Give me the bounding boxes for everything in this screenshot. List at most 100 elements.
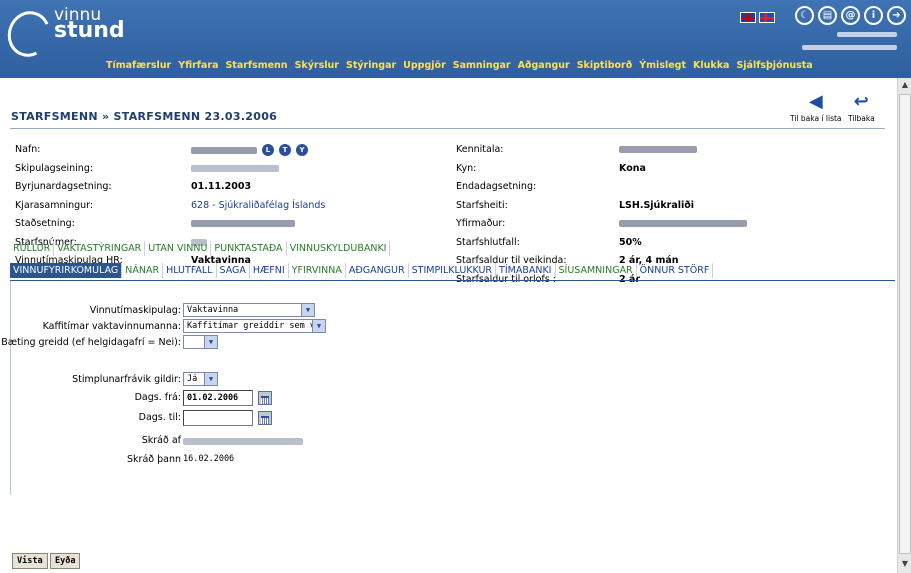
back-button[interactable]: ↩ Tilbaka <box>848 91 875 124</box>
save-button[interactable]: Vista <box>12 553 48 569</box>
back-to-list-button[interactable]: ◀ Til baka í lista <box>790 91 842 124</box>
unit-value <box>191 163 279 174</box>
back-arrow-icon: ↩ <box>853 91 869 112</box>
compensation-select[interactable]: ▼ <box>183 335 218 349</box>
nav-item-0[interactable]: Tímafærslur <box>106 60 171 71</box>
info-icon[interactable]: i <box>864 6 883 25</box>
nav-item-4[interactable]: Stýringar <box>346 60 396 71</box>
nav-item-5[interactable]: Uppgjör <box>403 60 446 71</box>
date-from-control: 01.02.2006 <box>183 390 272 406</box>
tab-row2-5[interactable]: YFIRVINNA <box>289 263 346 278</box>
tab-row2-3[interactable]: SAGA <box>217 263 250 278</box>
info-row-contract: Kjarasamningur: 628 - Sjúkraliðafélag Ís… <box>15 200 445 219</box>
icelandic-flag-icon[interactable] <box>759 12 775 23</box>
info-row-end-date: Endadagsetning: <box>456 181 886 200</box>
nav-item-9[interactable]: Ýmislegt <box>639 60 686 71</box>
info-row-manager: Yfirmaður: <box>456 218 886 237</box>
date-from-input[interactable]: 01.02.2006 <box>183 390 253 406</box>
kennitala-value <box>619 144 697 155</box>
tab-row2-8[interactable]: TÍMABANKI <box>496 263 556 278</box>
start-date-label: Byrjunardagsetning: <box>15 181 112 192</box>
badge-y-icon[interactable]: Y <box>296 144 309 156</box>
list-back-icon: ◀ <box>808 91 823 112</box>
info-row-name: Nafn: L T Y <box>15 144 445 163</box>
scroll-up-icon[interactable]: ▲ <box>900 80 910 92</box>
name-value: L T Y <box>191 144 309 156</box>
tab-row1-3[interactable]: PUNKTASTAÐA <box>211 241 287 256</box>
nav-item-7[interactable]: Aðgangur <box>518 60 570 71</box>
tab-row2-9[interactable]: SÍUSAMNINGAR <box>556 263 637 278</box>
mail-icon[interactable]: @ <box>841 6 860 25</box>
schedule-select[interactable]: Vaktavinna ▼ <box>183 303 315 317</box>
name-label: Nafn: <box>15 144 41 155</box>
tab-row1-1[interactable]: VAKTASTÝRINGAR <box>54 241 146 256</box>
print-icon[interactable]: ▤ <box>818 6 837 25</box>
tab-row2-0[interactable]: VINNUFYRIRKOMULAG <box>10 263 123 278</box>
tab-row1-2[interactable]: UTAN VINNU <box>145 241 212 256</box>
title-divider <box>10 128 885 129</box>
manager-redacted <box>619 220 747 227</box>
form-row-registered-by: Skráð af <box>11 433 331 449</box>
scroll-thumb[interactable] <box>899 94 911 554</box>
info-row-start-date: Byrjunardagsetning: 01.11.2003 <box>15 181 445 200</box>
chevron-down-icon: ▼ <box>204 373 217 385</box>
date-to-input[interactable] <box>183 410 253 426</box>
tab-row2-7[interactable]: STIMPILKLUKKUR <box>409 263 497 278</box>
coffee-select[interactable]: Kaffitímar greiddir sem viðbót ▼ <box>183 319 326 333</box>
form-row-coffee: Kaffitímar vaktavinnumanna: Kaffitímar g… <box>11 319 331 335</box>
chevron-down-icon: ▼ <box>204 336 217 348</box>
date-from-label: Dags. frá: <box>134 392 181 403</box>
form-row-stamp-deviation: Stimplunarfrávik gildir: Já ▼ <box>11 372 331 388</box>
coffee-select-value: Kaffitímar greiddir sem viðbót <box>187 321 312 331</box>
stamp-deviation-select-value: Já <box>187 374 198 384</box>
stamp-deviation-label: Stimplunarfrávik gildir: <box>72 374 181 385</box>
badge-l-icon[interactable]: L <box>262 144 275 156</box>
calendar-icon[interactable] <box>258 391 272 405</box>
chevron-down-icon: ▼ <box>301 304 314 316</box>
tab-row2-1[interactable]: NÁNAR <box>122 263 164 278</box>
unit-label: Skipulagseining: <box>15 162 94 174</box>
registered-by-value <box>183 436 303 447</box>
back-to-list-label: Til baka í lista <box>790 114 842 123</box>
tab-row1-4[interactable]: VINNUSKYLDUBANKI <box>287 241 391 256</box>
date-to-control <box>183 410 272 426</box>
location-label: Staðsetning: <box>15 218 75 229</box>
unit-redacted <box>191 164 279 172</box>
nav-item-8[interactable]: Skiptiborð <box>577 60 633 71</box>
tab-row2-4[interactable]: HÆFNI <box>250 263 289 278</box>
tab-row2-10[interactable]: ÖNNUR STÖRF <box>637 263 714 278</box>
moon-icon[interactable]: ☾ <box>795 6 814 25</box>
language-flags <box>740 12 775 23</box>
badge-t-icon[interactable]: T <box>279 144 292 156</box>
job-title-label: Starfsheiti: <box>456 199 508 211</box>
nav-item-3[interactable]: Skýrslur <box>295 60 339 71</box>
nav-item-6[interactable]: Samningar <box>453 60 511 71</box>
form-row-date-to: Dags. til: <box>11 410 331 426</box>
tabs-row-1: RÚLLUR VAKTASTÝRINGAR UTAN VINNU PUNKTASTAÐ… <box>10 241 391 256</box>
compensation-label: Bæting greidd (ef helgidagafrí = Nei): <box>1 337 181 348</box>
stamp-deviation-select[interactable]: Já ▼ <box>183 372 218 386</box>
contract-link[interactable]: 628 - Sjúkraliðafélag Íslands <box>191 200 325 211</box>
logout-icon[interactable]: ➜ <box>887 6 906 25</box>
calendar-icon[interactable] <box>258 411 272 425</box>
employment-ratio-value: 50% <box>619 236 642 248</box>
tab-row1-0[interactable]: RÚLLUR <box>10 241 55 256</box>
tab-row2-2[interactable]: HLUTFALL <box>163 263 217 278</box>
vinnustund-logo[interactable]: vinnu stund <box>1 3 125 63</box>
delete-button[interactable]: Eyða <box>50 553 81 569</box>
gender-value: Kona <box>619 162 646 174</box>
nav-item-1[interactable]: Yfirfara <box>178 60 218 71</box>
nav-item-2[interactable]: Starfsmenn <box>225 60 287 71</box>
english-flag-icon[interactable] <box>740 12 756 23</box>
compensation-select-value <box>184 336 204 348</box>
app-header: vinnu stund ☾ ▤ @ i ➜ Tímafærslur Yfirfar… <box>0 0 911 78</box>
nav-item-11[interactable]: Sjálfsþjónusta <box>736 60 812 71</box>
schedule-label: Vinnutímaskipulag: <box>89 305 181 316</box>
nav-item-10[interactable]: Klukka <box>693 60 729 71</box>
tab-row2-6[interactable]: AÐGANGUR <box>346 263 409 278</box>
form-row-compensation: Bæting greidd (ef helgidagafrí = Nei): ▼ <box>1 335 331 351</box>
info-row-gender: Kyn: Kona <box>456 163 886 182</box>
form-row-schedule: Vinnutímaskipulag: Vaktavinna ▼ <box>11 303 331 319</box>
vertical-scrollbar[interactable]: ▲ ▼ <box>897 78 911 573</box>
scroll-down-icon[interactable]: ▼ <box>900 559 910 571</box>
